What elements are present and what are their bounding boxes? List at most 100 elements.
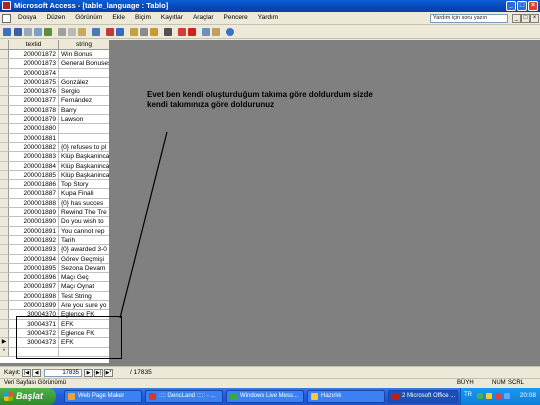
filter-by-selection-icon[interactable]	[130, 28, 138, 36]
cell-textid[interactable]: 200001891	[9, 226, 59, 236]
find-icon[interactable]	[164, 28, 172, 36]
row-selector[interactable]	[0, 319, 9, 329]
row-selector[interactable]	[0, 282, 9, 292]
cut-icon[interactable]	[58, 28, 66, 36]
table-row[interactable]: 200001896 Maçı Geç	[0, 273, 109, 283]
row-selector[interactable]	[0, 273, 9, 283]
cell-textid[interactable]: 200001893	[9, 245, 59, 255]
cell-textid[interactable]: 200001875	[9, 77, 59, 88]
doc-minimize-button[interactable]: _	[512, 14, 521, 23]
table-row[interactable]: 200001893 {0} awarded 3-0	[0, 245, 109, 255]
cell-string[interactable]: Sezona Devam	[59, 264, 109, 274]
row-selector[interactable]	[0, 161, 9, 171]
cell-textid[interactable]: 200001898	[9, 291, 59, 302]
cell-string[interactable]: {0} has succes	[59, 199, 109, 209]
table-row[interactable]: 200001888 {0} has succes	[0, 198, 109, 209]
sort-ascending-icon[interactable]	[106, 28, 114, 36]
apply-filter-icon[interactable]	[150, 28, 158, 36]
column-header-textid[interactable]: textid	[9, 40, 59, 50]
doc-close-button[interactable]: ×	[530, 14, 539, 23]
table-row[interactable]: 200001885 Klüp Başkaninca	[0, 170, 109, 181]
previous-record-button[interactable]: ◀	[32, 369, 41, 377]
menu-ekle[interactable]: Ekle	[107, 14, 130, 21]
menu-dosya[interactable]: Dosya	[13, 14, 41, 21]
cell-string[interactable]: Klüp Başkaninca	[59, 162, 109, 171]
table-row[interactable]: 200001895 Sezona Devam	[0, 263, 109, 274]
cell-textid[interactable]: 200001889	[9, 208, 59, 218]
cell-string[interactable]: Test String	[59, 292, 109, 302]
table-row[interactable]: 200001876 Sergio	[0, 87, 109, 97]
close-button[interactable]: ×	[528, 1, 538, 11]
table-document-icon[interactable]	[2, 14, 11, 23]
cell-string[interactable]	[59, 134, 109, 143]
tray-icon-4[interactable]	[504, 393, 510, 399]
row-selector[interactable]	[0, 59, 9, 69]
cell-string[interactable]: Are you sure yo	[59, 301, 109, 311]
table-row[interactable]: 200001880	[0, 124, 109, 134]
row-selector[interactable]	[0, 105, 9, 116]
row-selector[interactable]	[0, 217, 9, 227]
menu-pencere[interactable]: Pencere	[219, 14, 253, 21]
row-selector[interactable]	[0, 170, 9, 181]
row-selector[interactable]	[0, 291, 9, 302]
table-row[interactable]: 200001872 Win Bonus	[0, 50, 109, 60]
copy-icon[interactable]	[68, 28, 76, 36]
row-selector[interactable]	[0, 301, 9, 311]
paste-icon[interactable]	[78, 28, 86, 36]
row-selector[interactable]	[0, 254, 9, 264]
cell-string[interactable]	[59, 69, 109, 78]
cell-textid[interactable]: 200001882	[9, 142, 59, 153]
table-row[interactable]: 200001879 Lawson	[0, 115, 109, 125]
row-selector[interactable]: ▶	[0, 338, 9, 348]
table-row[interactable]: 200001894 Görev Geçmişi	[0, 254, 109, 264]
table-row[interactable]: 200001875 González	[0, 77, 109, 88]
cell-textid[interactable]: 200001899	[9, 301, 59, 311]
cell-textid[interactable]: 200001897	[9, 282, 59, 292]
delete-record-icon[interactable]	[188, 28, 196, 36]
cell-textid[interactable]: 200001877	[9, 96, 59, 106]
table-row[interactable]: 200001899 Are you sure yo	[0, 301, 109, 311]
table-row[interactable]: 200001889 Rewind The Tre	[0, 208, 109, 218]
cell-string[interactable]: González	[59, 78, 109, 88]
cell-string[interactable]: Kupa Finali	[59, 189, 109, 199]
table-row[interactable]: 200001877 Fernández	[0, 96, 109, 106]
row-selector[interactable]	[0, 87, 9, 97]
cell-string[interactable]: Görev Geçmişi	[59, 255, 109, 264]
cell-string[interactable]: Sergio	[59, 87, 109, 97]
task-messenger[interactable]: Windows Live Mess...	[226, 390, 304, 403]
row-selector[interactable]	[0, 310, 9, 320]
next-record-button[interactable]: ▶	[84, 369, 93, 377]
row-selector[interactable]	[0, 235, 9, 246]
cell-textid[interactable]: 200001884	[9, 161, 59, 171]
cell-textid[interactable]: 200001887	[9, 189, 59, 199]
first-record-button[interactable]: |◀	[22, 369, 31, 377]
view-icon[interactable]	[3, 28, 11, 36]
cell-textid[interactable]: 200001894	[9, 254, 59, 264]
cell-textid[interactable]: 200001879	[9, 115, 59, 125]
cell-string[interactable]	[59, 124, 109, 134]
cell-textid[interactable]: 200001872	[9, 50, 59, 60]
cell-textid[interactable]: 200001896	[9, 273, 59, 283]
task-microsoft-office[interactable]: 2 Microsoft Office ...	[388, 390, 458, 403]
menu-kayitlar[interactable]: Kayıtlar	[156, 14, 188, 21]
cell-string[interactable]: You cannot rep	[59, 227, 109, 236]
start-button[interactable]: Başlat	[0, 388, 56, 405]
table-row[interactable]: 200001874	[0, 68, 109, 78]
row-selector[interactable]	[0, 180, 9, 190]
minimize-button[interactable]: _	[506, 1, 516, 11]
print-icon[interactable]	[24, 28, 32, 36]
row-selector[interactable]	[0, 152, 9, 162]
cell-string[interactable]: General Bonuses	[59, 59, 109, 69]
table-row[interactable]: 200001898 Test String	[0, 291, 109, 302]
cell-textid[interactable]: 200001883	[9, 152, 59, 162]
task-web-page-maker[interactable]: Web Page Maker	[64, 390, 142, 403]
restore-button[interactable]: □	[517, 1, 527, 11]
row-selector[interactable]	[0, 263, 9, 274]
cell-textid[interactable]: 200001886	[9, 180, 59, 190]
cell-string[interactable]: Barry	[59, 106, 109, 116]
table-row[interactable]: 200001891 You cannot rep	[0, 226, 109, 236]
cell-string[interactable]: Tarih	[59, 236, 109, 246]
tray-icon-2[interactable]	[486, 393, 492, 399]
row-selector[interactable]	[0, 328, 9, 339]
cell-textid[interactable]: 200001885	[9, 170, 59, 181]
